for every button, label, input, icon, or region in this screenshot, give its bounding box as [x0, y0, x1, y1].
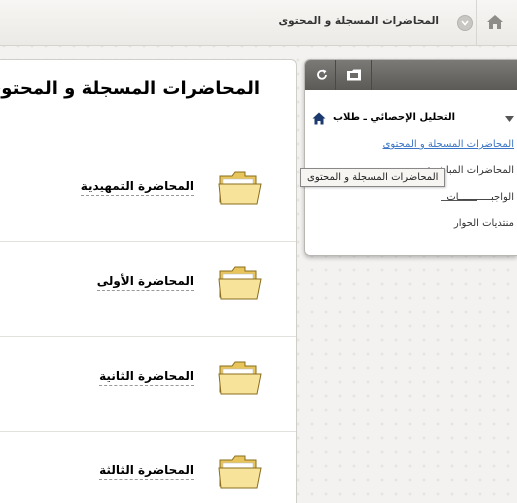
- toolbar-divider: [335, 60, 336, 90]
- breadcrumb-bar: المحاضرات المسجلة و المحتوى: [0, 0, 517, 46]
- folder-icon[interactable]: [218, 360, 262, 396]
- item-title[interactable]: المحاضرة الثالثة: [99, 463, 194, 480]
- collapse-caret-icon[interactable]: [505, 116, 514, 122]
- chevron-down-icon[interactable]: [457, 15, 473, 31]
- folder-icon[interactable]: [218, 454, 262, 490]
- folder-icon[interactable]: [218, 170, 262, 206]
- content-item: المحاضرة الأولى: [0, 243, 296, 337]
- content-panel: المحاضرات المسجلة و المحتوى المحاضرة الت…: [0, 59, 297, 503]
- content-item: المحاضرة الثانية: [0, 338, 296, 432]
- menu-item-forums[interactable]: منتديات الحوار: [309, 218, 514, 229]
- content-item: المحاضرة الثالثة: [0, 432, 296, 503]
- breadcrumb-current: المحاضرات المسجلة و المحتوى: [278, 15, 439, 27]
- home-icon[interactable]: [485, 12, 505, 32]
- refresh-icon[interactable]: [311, 64, 333, 86]
- folder-icon[interactable]: [218, 265, 262, 301]
- course-menu-toolbar: [305, 60, 517, 90]
- menu-item-assignments[interactable]: الواجبـــــــــــات: [309, 192, 514, 203]
- course-menu: التحليل الإحصائي ـ طلاب المحاضرات المسجل…: [304, 59, 517, 256]
- item-title[interactable]: المحاضرة الأولى: [96, 274, 194, 291]
- course-name[interactable]: التحليل الإحصائي ـ طلاب: [333, 112, 455, 123]
- menu-item-recorded-lectures[interactable]: المحاضرات المسجلة و المحتوى: [309, 139, 514, 150]
- folder-view-icon[interactable]: [343, 64, 365, 86]
- breadcrumb-divider: [476, 0, 477, 46]
- toolbar-divider: [371, 60, 372, 90]
- content-item: المحاضرة التمهيدية: [0, 148, 296, 242]
- item-title[interactable]: المحاضرة التمهيدية: [80, 179, 194, 196]
- tooltip: المحاضرات المسجلة و المحتوى: [300, 168, 446, 187]
- hover-underline: [441, 200, 477, 201]
- item-title[interactable]: المحاضرة الثانية: [99, 369, 194, 386]
- home-icon[interactable]: [312, 112, 326, 125]
- page-title: المحاضرات المسجلة و المحتوى: [0, 78, 260, 99]
